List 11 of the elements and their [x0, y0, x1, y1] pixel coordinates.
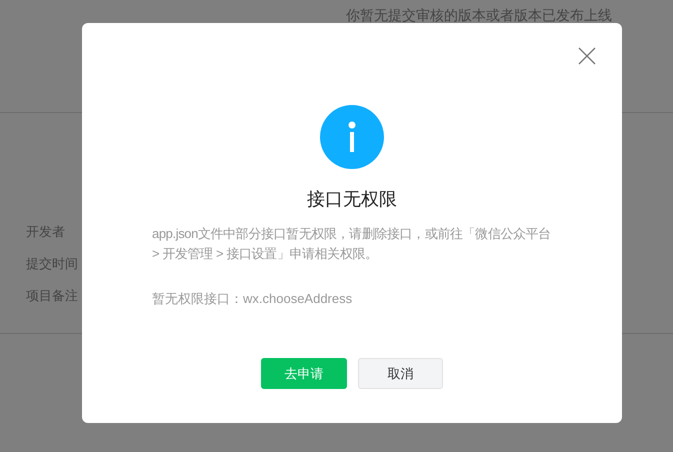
info-icon	[320, 105, 384, 169]
notice-text: 你暂无提交审核的版本或者版本已发布上线	[346, 7, 612, 23]
dialog-message: app.json文件中部分接口暂无权限，请删除接口，或前往「微信公众平台 > 开发管理 > 接口设置」申请相关权限。	[152, 225, 552, 263]
dialog-title: 接口无权限	[307, 188, 397, 211]
field-label: 提交时间	[26, 255, 78, 273]
field-label: 开发者	[26, 223, 65, 241]
close-icon	[578, 47, 596, 65]
cancel-button[interactable]: 取消	[358, 358, 443, 389]
field-label: 项目备注	[26, 287, 78, 305]
close-button[interactable]	[578, 47, 596, 65]
dialog-detail: 暂无权限接口：wx.chooseAddress	[152, 290, 354, 308]
